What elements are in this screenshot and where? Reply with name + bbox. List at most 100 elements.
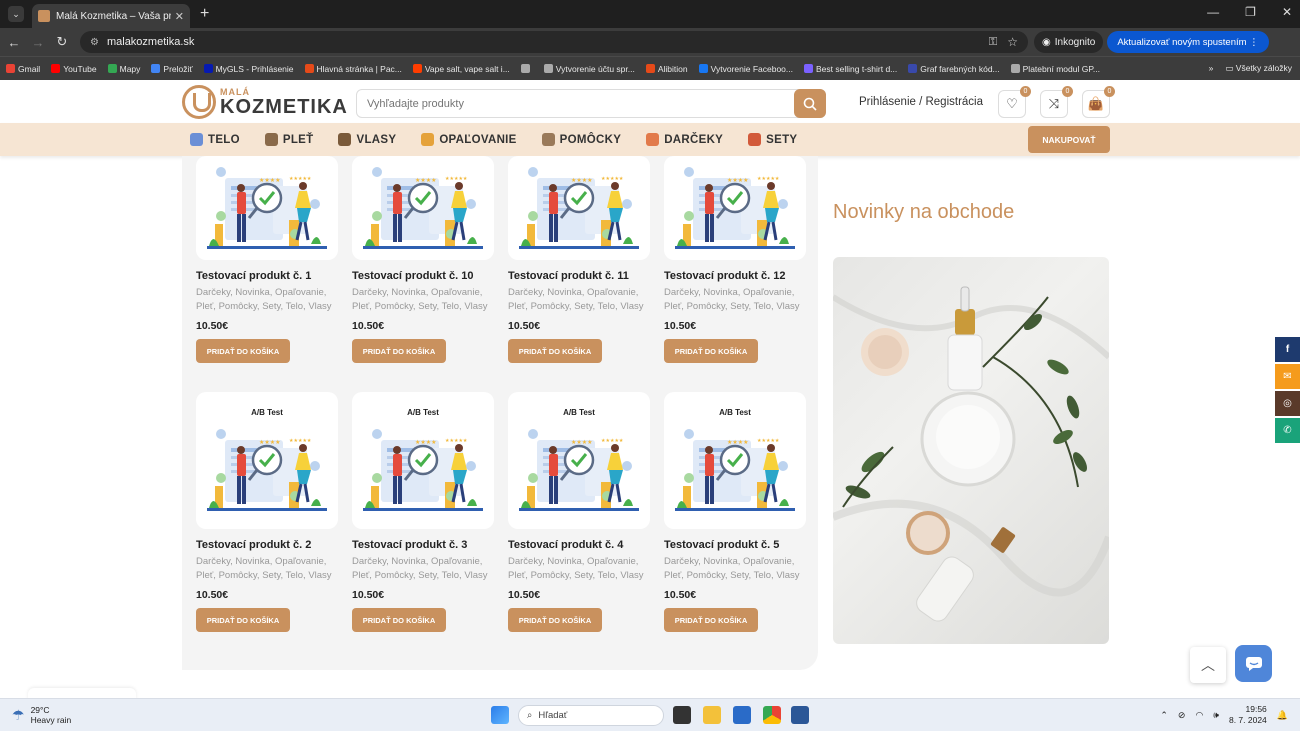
nav-item-pleť[interactable]: PLEŤ (264, 133, 314, 146)
update-button[interactable]: Aktualizovať novým spustením ⋮ (1107, 31, 1269, 53)
chevron-up-icon[interactable]: ⌃ (1160, 710, 1168, 721)
product-image[interactable]: ★★★★ ★★★★★ (352, 156, 494, 260)
browser-tab[interactable]: Malá Kozmetika – Vaša prírodná ✕ (32, 4, 190, 28)
login-link[interactable]: Prihlásenie / Registrácia (859, 96, 983, 108)
product-categories[interactable]: Darčeky, Novinka, Opaľovanie, Pleť, Pomô… (352, 555, 494, 583)
product-image[interactable]: ★★★★ ★★★★★ (664, 156, 806, 260)
product-image[interactable]: A/B Test ★★★★ ★★★★★ (664, 392, 806, 529)
site-logo[interactable]: MALÁ KOZMETIKA (182, 85, 348, 119)
password-key-icon[interactable]: ⚿ (989, 36, 997, 49)
bookmark-item[interactable]: Vape salt, vape salt i... (412, 64, 510, 74)
minimize-icon[interactable]: — (1207, 5, 1219, 19)
add-to-cart-button[interactable]: PRIDAŤ DO KOŠÍKA (664, 608, 758, 632)
all-bookmarks-link[interactable]: ▭ Všetky záložky (1225, 63, 1292, 74)
add-to-cart-button[interactable]: PRIDAŤ DO KOŠÍKA (352, 339, 446, 363)
cart-button[interactable]: 👜 0 (1082, 86, 1115, 118)
bookmark-item[interactable]: Graf farebných kód... (908, 64, 1000, 74)
sidebar-banner-image[interactable] (833, 257, 1109, 644)
reload-icon[interactable]: ↻ (52, 34, 72, 50)
product-title[interactable]: Testovací produkt č. 1 (196, 270, 338, 282)
add-to-cart-button[interactable]: PRIDAŤ DO KOŠÍKA (508, 608, 602, 632)
nav-item-pomôcky[interactable]: POMÔCKY (541, 133, 622, 146)
bookmark-item[interactable]: Preložiť (151, 64, 193, 74)
compare-button[interactable]: ⤨ 0 (1040, 86, 1073, 118)
product-image[interactable]: A/B Test ★★★★ ★★★★★ (352, 392, 494, 529)
restore-icon[interactable]: ❐ (1245, 5, 1256, 19)
bookmark-star-icon[interactable]: ☆ (1007, 35, 1018, 49)
product-categories[interactable]: Darčeky, Novinka, Opaľovanie, Pleť, Pomô… (664, 555, 806, 583)
product-image[interactable]: A/B Test ★★★★ ★★★★★ (508, 392, 650, 529)
chat-button[interactable] (1235, 645, 1272, 682)
chrome-icon[interactable] (763, 706, 781, 724)
add-to-cart-button[interactable]: PRIDAŤ DO KOŠÍKA (196, 339, 290, 363)
product-title[interactable]: Testovací produkt č. 10 (352, 270, 494, 282)
back-icon[interactable]: ← (4, 35, 24, 50)
wishlist-button[interactable]: ♡ 0 (998, 86, 1031, 118)
shop-button[interactable]: NAKUPOVAŤ (1028, 126, 1110, 153)
windows-start-icon[interactable] (491, 706, 509, 724)
clock[interactable]: 19:56 8. 7. 2024 (1229, 704, 1267, 726)
weather-widget[interactable]: ☂ 29°C Heavy rain (12, 705, 71, 725)
product-title[interactable]: Testovací produkt č. 2 (196, 539, 338, 551)
incognito-badge[interactable]: ◉ Inkognito (1034, 31, 1104, 53)
network-icon[interactable]: ⊘ (1178, 710, 1186, 721)
add-to-cart-button[interactable]: PRIDAŤ DO KOŠÍKA (196, 608, 290, 632)
product-image[interactable]: ★★★★ ★★★★★ (508, 156, 650, 260)
bookmark-item[interactable]: Alibition (645, 64, 688, 74)
product-title[interactable]: Testovací produkt č. 12 (664, 270, 806, 282)
product-categories[interactable]: Darčeky, Novinka, Opaľovanie, Pleť, Pomô… (508, 555, 650, 583)
bookmark-item[interactable] (520, 64, 533, 73)
notification-bell-icon[interactable]: 🔔 (1277, 710, 1288, 721)
close-window-icon[interactable]: ✕ (1282, 5, 1292, 19)
bookmark-item[interactable]: YouTube (51, 64, 97, 74)
product-title[interactable]: Testovací produkt č. 5 (664, 539, 806, 551)
product-categories[interactable]: Darčeky, Novinka, Opaľovanie, Pleť, Pomô… (508, 286, 650, 314)
tab-search-icon[interactable]: ⌄ (8, 6, 24, 22)
product-categories[interactable]: Darčeky, Novinka, Opaľovanie, Pleť, Pomô… (196, 555, 338, 583)
site-info-icon[interactable]: ⚙ (90, 37, 99, 48)
close-tab-icon[interactable]: ✕ (175, 10, 184, 23)
file-explorer-icon[interactable] (703, 706, 721, 724)
bookmark-item[interactable]: Platební modul GP... (1010, 64, 1100, 74)
product-title[interactable]: Testovací produkt č. 3 (352, 539, 494, 551)
instagram-icon[interactable]: ◎ (1275, 391, 1300, 416)
address-bar[interactable]: ⚙ malakozmetika.sk ⚿ ☆ (80, 31, 1028, 53)
bookmark-item[interactable]: Vytvorenie Faceboo... (698, 64, 793, 74)
bookmark-item[interactable]: Mapy (107, 64, 140, 74)
add-to-cart-button[interactable]: PRIDAŤ DO KOŠÍKA (352, 608, 446, 632)
word-icon[interactable] (791, 706, 809, 724)
mail-icon[interactable] (733, 706, 751, 724)
bookmark-item[interactable]: Gmail (6, 64, 40, 74)
nav-item-darčeky[interactable]: DARČEKY (646, 133, 723, 146)
nav-item-vlasy[interactable]: VLASY (338, 133, 396, 146)
new-tab-button[interactable]: + (200, 5, 209, 23)
more-bookmarks-icon[interactable]: » (1209, 63, 1214, 74)
nav-item-opaľovanie[interactable]: OPAĽOVANIE (421, 133, 516, 146)
search-input[interactable] (367, 97, 787, 110)
bookmark-item[interactable]: Vytvorenie účtu spr... (543, 64, 635, 74)
volume-icon[interactable]: 🕪 (1213, 710, 1219, 721)
task-view-icon[interactable] (673, 706, 691, 724)
bookmark-item[interactable]: MyGLS - Prihlásenie (203, 64, 294, 74)
scroll-to-top-button[interactable]: ︿ (1190, 647, 1226, 683)
email-icon[interactable]: ✉ (1275, 364, 1300, 389)
nav-item-telo[interactable]: TELO (190, 133, 240, 146)
product-title[interactable]: Testovací produkt č. 4 (508, 539, 650, 551)
nav-item-sety[interactable]: SETY (748, 133, 797, 146)
search-button[interactable] (794, 89, 826, 118)
product-categories[interactable]: Darčeky, Novinka, Opaľovanie, Pleť, Pomô… (664, 286, 806, 314)
add-to-cart-button[interactable]: PRIDAŤ DO KOŠÍKA (664, 339, 758, 363)
facebook-icon[interactable]: f (1275, 337, 1300, 362)
taskbar-search[interactable]: ⌕ Hľadať (518, 705, 664, 726)
product-title[interactable]: Testovací produkt č. 11 (508, 270, 650, 282)
whatsapp-icon[interactable]: ✆ (1275, 418, 1300, 443)
add-to-cart-button[interactable]: PRIDAŤ DO KOŠÍKA (508, 339, 602, 363)
bookmark-item[interactable]: Hlavná stránka | Pac... (304, 64, 402, 74)
product-image[interactable]: A/B Test ★★★★ ★★★★★ (196, 392, 338, 529)
product-image[interactable]: ★★★★ ★★★★★ (196, 156, 338, 260)
wifi-icon[interactable]: ◠ (1195, 710, 1203, 721)
product-categories[interactable]: Darčeky, Novinka, Opaľovanie, Pleť, Pomô… (196, 286, 338, 314)
product-categories[interactable]: Darčeky, Novinka, Opaľovanie, Pleť, Pomô… (352, 286, 494, 314)
forward-icon[interactable]: → (28, 35, 48, 50)
bookmark-item[interactable]: Best selling t-shirt d... (804, 64, 897, 74)
